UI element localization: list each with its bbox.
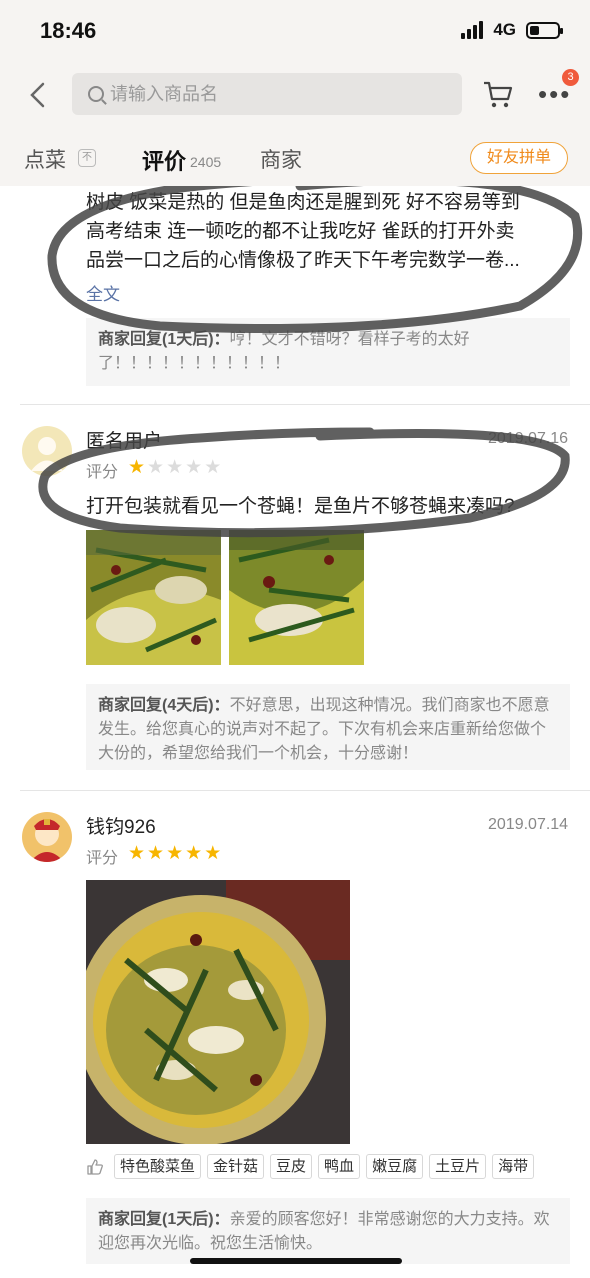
username: 匿名用户: [86, 431, 163, 452]
star-rating: ★ ★ ★ ★ ★: [128, 458, 221, 477]
star-icon: ★: [166, 457, 184, 478]
avatar: [22, 426, 72, 476]
back-icon[interactable]: [24, 80, 54, 110]
dish-tags: 特色酸菜鱼 金针菇 豆皮 鸭血 嫩豆腐 土豆片 海带: [86, 1154, 576, 1179]
tab-order[interactable]: 点菜: [24, 144, 66, 174]
merchant-reply: 商家回复(4天后)：不好意思，出现这种情况。我们商家也不愿意发生。给您真心的说声…: [86, 684, 570, 770]
star-icon: ★: [204, 457, 222, 478]
home-indicator: [190, 1258, 402, 1264]
rating-label: 评分: [86, 464, 119, 481]
star-icon: ★: [204, 843, 222, 864]
dish-tag[interactable]: 豆皮: [270, 1154, 313, 1179]
tab-bar: 点菜 不 评价 2405 商家 好友拼单: [0, 138, 590, 186]
dish-tag[interactable]: 嫩豆腐: [366, 1154, 424, 1179]
tab-reviews[interactable]: 评价: [142, 144, 186, 176]
reply-label: 商家回复(1天后)：: [98, 331, 230, 348]
star-icon: ★: [185, 457, 203, 478]
reply-label: 商家回复(4天后)：: [98, 697, 230, 714]
notification-badge: 3: [562, 69, 579, 86]
dish-tag[interactable]: 特色酸菜鱼: [114, 1154, 202, 1179]
username: 钱钧926: [86, 817, 156, 838]
group-order-button[interactable]: 好友拼单: [470, 142, 568, 174]
tab-order-mark: 不: [78, 149, 96, 167]
status-time: 18:46: [40, 18, 97, 43]
rating-label: 评分: [86, 850, 119, 867]
thumb-icon: [87, 1158, 103, 1175]
dish-tag[interactable]: 海带: [492, 1154, 535, 1179]
more-icon[interactable]: •••: [538, 81, 571, 107]
divider: [20, 790, 590, 791]
dish-tag[interactable]: 鸭血: [318, 1154, 361, 1179]
review-date: 2019.07.16: [488, 430, 569, 447]
star-icon: ★: [147, 457, 165, 478]
star-icon: ★: [166, 843, 184, 864]
fulltext-link[interactable]: 全文: [86, 280, 120, 305]
network-type: 4G: [493, 20, 516, 39]
review-photo[interactable]: [86, 530, 221, 665]
star-icon: ★: [147, 843, 165, 864]
review-text: 打开包装就看见一个苍蝇！是鱼片不够苍蝇来凑吗?: [86, 496, 515, 517]
header: ••• 3 点菜 不 评价 2405 商家 好友拼单: [0, 64, 590, 186]
status-indicators: 4G: [461, 20, 563, 40]
review-photo[interactable]: [86, 880, 350, 1144]
reply-label: 商家回复(1天后)：: [98, 1211, 230, 1228]
avatar: [22, 812, 72, 862]
dish-tag[interactable]: 土豆片: [429, 1154, 487, 1179]
divider: [20, 404, 590, 405]
signal-icon: [461, 21, 484, 39]
status-bar: 18:46 4G: [0, 0, 590, 64]
reviews-count: 2405: [190, 154, 222, 170]
star-icon: ★: [185, 843, 203, 864]
search-input[interactable]: [110, 83, 430, 105]
tab-merchant[interactable]: 商家: [260, 144, 302, 174]
merchant-reply: 商家回复(1天后)：哼！文才不错呀？看样子考的太好了！！！！！！！！！！！: [86, 318, 570, 386]
battery-icon: [526, 21, 563, 39]
cart-icon[interactable]: [482, 80, 514, 110]
review-list: 树皮 饭菜是热的 但是鱼肉还是腥到死 好不容易等到 高考结束 连一顿吃的都不让我…: [0, 186, 590, 1278]
dish-tag[interactable]: 金针菇: [207, 1154, 265, 1179]
search-box[interactable]: [72, 73, 462, 115]
star-icon: ★: [128, 843, 146, 864]
review-date: 2019.07.14: [488, 816, 569, 833]
merchant-reply: 商家回复(1天后)：亲爱的顾客您好！非常感谢您的大力支持。欢迎您再次光临。祝您生…: [86, 1198, 570, 1264]
review-photo[interactable]: [229, 530, 364, 665]
review-text: 树皮 饭菜是热的 但是鱼肉还是腥到死 好不容易等到 高考结束 连一顿吃的都不让我…: [86, 192, 520, 271]
star-rating: ★ ★ ★ ★ ★: [128, 844, 221, 863]
star-icon: ★: [128, 457, 146, 478]
search-icon: [88, 86, 104, 102]
